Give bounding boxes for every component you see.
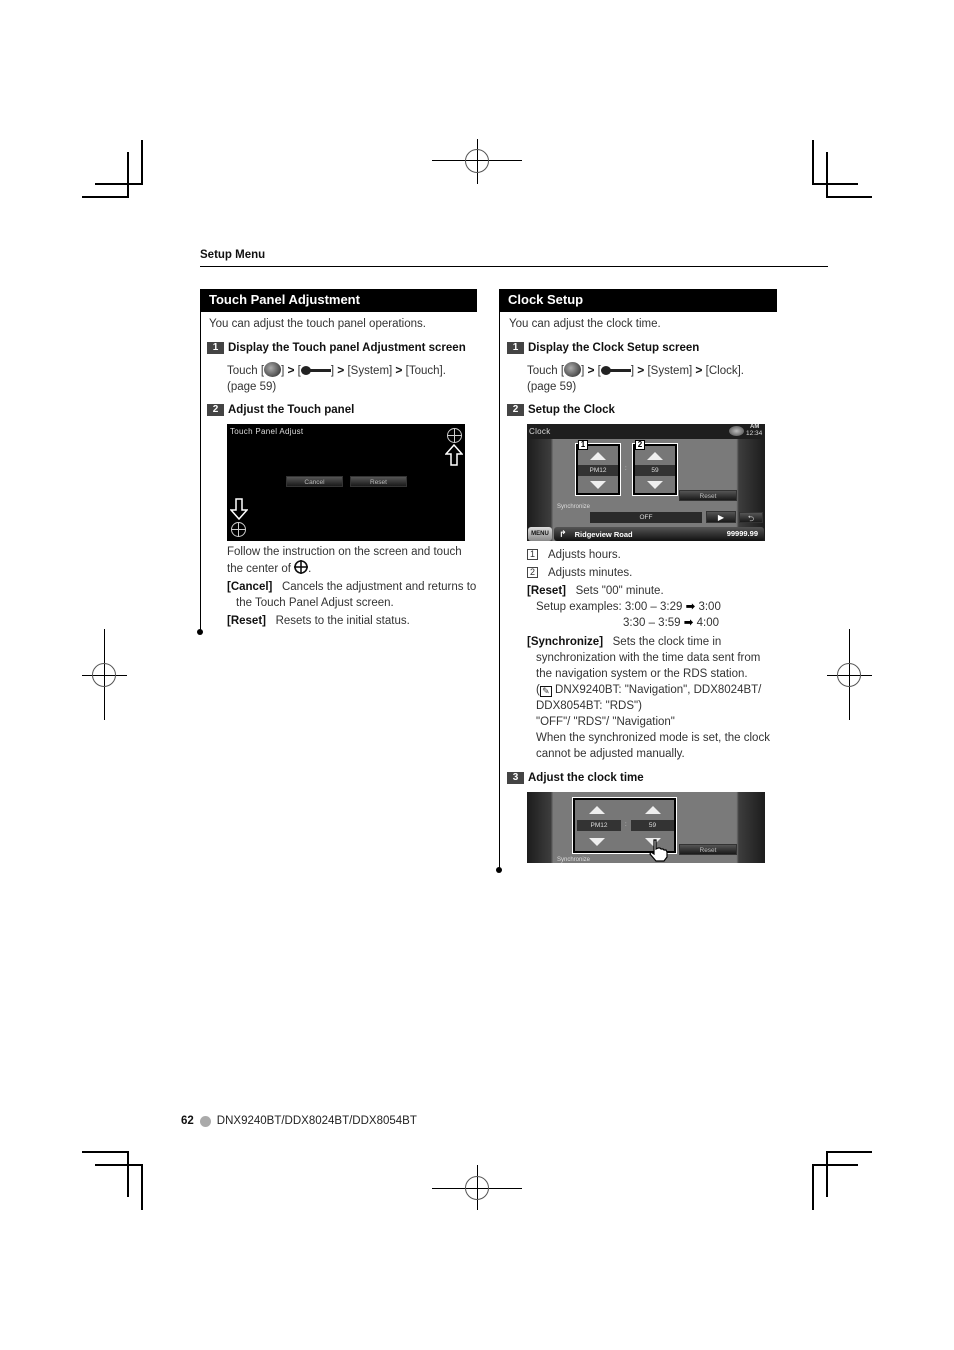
minute-up-button[interactable] (647, 452, 663, 460)
step-title: Display the Clock Setup screen (528, 342, 700, 354)
minute-panel: 59 (632, 443, 678, 496)
touch-step-1-instructions: Touch [] > [] > [System] > [Touch]. (pag… (227, 362, 446, 393)
note-icon: ✎ (539, 686, 552, 697)
turn-right-icon: ↱ (559, 529, 567, 539)
item-2: 2 Adjusts minutes. (527, 565, 632, 581)
reset-button[interactable]: Reset (679, 844, 737, 855)
touch-panel-adjust-screen: Touch Panel Adjust Cancel Reset (227, 424, 465, 541)
step-number: 2 (507, 404, 524, 416)
step-number: 3 (507, 772, 524, 784)
road-name: Ridgeview Road (574, 530, 633, 539)
step-number: 1 (207, 342, 224, 354)
model-names: DNX9240BT/DDX8024BT/DDX8054BT (216, 1115, 417, 1127)
clock-setup-title: Clock Setup (499, 289, 777, 312)
step-number: 2 (207, 404, 224, 416)
hour-down-button[interactable] (590, 481, 606, 489)
step-title: Adjust the clock time (528, 772, 644, 784)
right-arrow-icon: ➡ (685, 601, 696, 613)
screen-title: Touch Panel Adjust (230, 427, 304, 436)
reset-button[interactable]: Reset (350, 476, 407, 487)
clock-setup-screen: Clock AM 12:34 PM12 1 : 59 2 Reset Synch… (527, 424, 765, 541)
step-title: Setup the Clock (528, 404, 615, 416)
arrow-icon: > (637, 363, 645, 377)
reset-button[interactable]: Reset (679, 490, 737, 501)
step-title: Adjust the Touch panel (228, 404, 355, 416)
clock-step-2: 2 Setup the Clock (507, 404, 615, 416)
return-button[interactable]: ⮌ (739, 512, 763, 523)
left-column-rule (200, 289, 201, 632)
synchronize-value[interactable]: OFF (590, 512, 702, 523)
step-number: 1 (507, 342, 524, 354)
cancel-button[interactable]: Cancel (286, 476, 343, 487)
screen-title: Clock (529, 427, 551, 436)
arrow-icon: > (695, 363, 703, 377)
synchronize-label: Synchronize (557, 504, 591, 510)
header-rule (200, 266, 828, 267)
setup-example-1: Setup examples: 3:00 – 3:29 ➡ 3:00 (536, 601, 721, 613)
hour-value: PM12 (578, 465, 618, 476)
distance: 99999.99 (726, 529, 758, 538)
navigation-bar: ↱ Ridgeview Road 99999.99 (554, 527, 764, 541)
back-menu-icon (264, 362, 282, 377)
right-column-rule (499, 289, 500, 870)
right-arrow-icon: ➡ (683, 617, 694, 629)
clock-intro: You can adjust the clock time. (509, 318, 661, 330)
menu-button[interactable]: MENU (528, 527, 552, 541)
clock-time: 12:34 (746, 430, 763, 437)
cancel-description: [Cancel] Cancels the adjustment and retu… (227, 581, 477, 609)
touch-panel-title: Touch Panel Adjustment (200, 289, 477, 312)
clock-step-1: 1 Display the Clock Setup screen (507, 342, 699, 354)
hour-up-button[interactable] (590, 452, 606, 460)
arrow-down-icon (230, 498, 248, 520)
crosshair-icon (294, 560, 309, 574)
bullet-icon (199, 1115, 211, 1127)
synchronize-next-button[interactable]: ▶ (706, 511, 736, 523)
clock-step-3: 3 Adjust the clock time (507, 772, 644, 784)
minute-up-button[interactable] (645, 806, 661, 814)
callout-1: 1 (578, 440, 588, 450)
crosshair-icon (447, 428, 462, 443)
minute-value: 59 (635, 465, 675, 476)
hour-panel: PM12 (575, 443, 621, 496)
clock-step-1-instructions: Touch [] > [] > [System] > [Clock]. (pag… (527, 362, 744, 393)
touch-step-2: 2 Adjust the Touch panel (207, 404, 354, 416)
wrench-icon (300, 366, 331, 375)
back-menu-icon (564, 362, 582, 377)
hand-pointer-icon (649, 839, 668, 862)
crosshair-icon (231, 522, 246, 537)
item-1: 1 Adjusts hours. (527, 547, 621, 563)
footer: 62 DNX9240BT/DDX8024BT/DDX8054BT (181, 1115, 417, 1127)
time-colon: : (625, 822, 627, 828)
minute-value: 59 (631, 820, 674, 831)
reset-description: [Reset] Resets to the initial status. (227, 615, 410, 627)
adjust-clock-screen: PM12 : 59 Reset Synchronize (527, 792, 765, 863)
hour-value: PM12 (577, 820, 621, 831)
page-number: 62 (181, 1115, 194, 1127)
minute-down-button[interactable] (647, 481, 663, 489)
touch-panel-intro: You can adjust the touch panel operation… (209, 318, 426, 330)
right-column-end-dot (496, 867, 502, 873)
hour-up-button[interactable] (589, 806, 605, 814)
status-icon (729, 426, 744, 436)
synchronize-label: Synchronize (557, 857, 591, 863)
step-title: Display the Touch panel Adjustment scree… (228, 342, 466, 354)
touch-follow-text: Follow the instruction on the screen and… (227, 546, 462, 575)
time-colon: : (625, 466, 627, 472)
hour-down-button[interactable] (589, 838, 605, 846)
touch-step-1: 1 Display the Touch panel Adjustment scr… (207, 342, 466, 354)
setup-example-2: 3:30 – 3:59 ➡ 4:00 (623, 617, 719, 629)
left-column-end-dot (197, 629, 203, 635)
callout-2: 2 (635, 440, 645, 450)
arrow-up-icon (445, 444, 463, 466)
arrow-icon: > (395, 363, 403, 377)
arrow-icon: > (337, 363, 345, 377)
section-header: Setup Menu (200, 249, 266, 261)
clock-reset-description: [Reset] Sets "00" minute. (527, 585, 664, 597)
synchronize-description: [Synchronize] Sets the clock time in syn… (527, 636, 770, 760)
wrench-icon (600, 366, 631, 375)
